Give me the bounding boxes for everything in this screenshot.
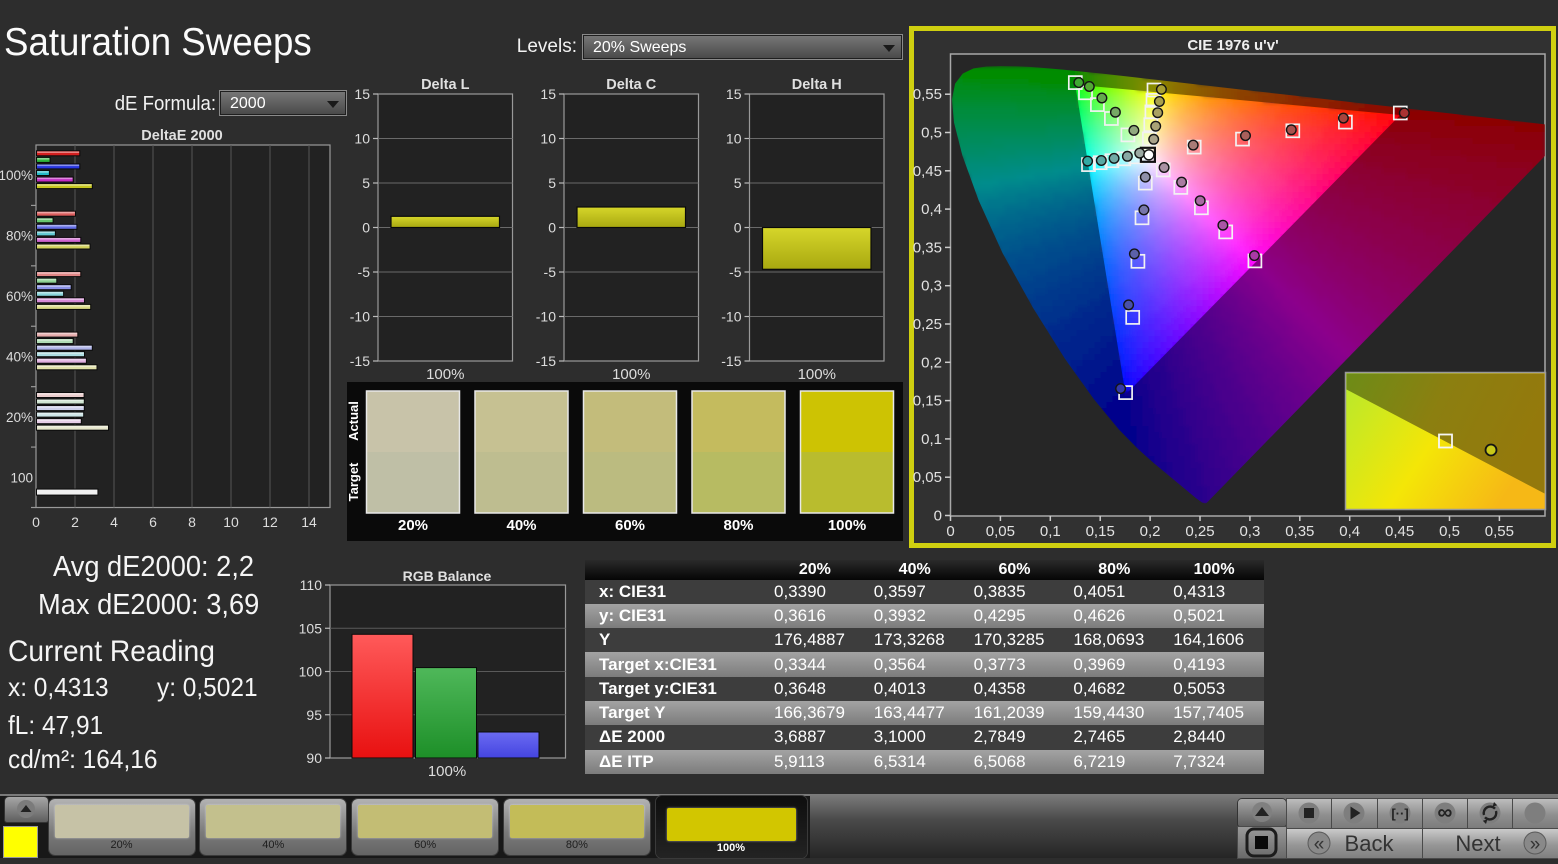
svg-text:0,45: 0,45 <box>1385 523 1414 540</box>
svg-text:0,05: 0,05 <box>913 469 942 486</box>
svg-text:95: 95 <box>306 707 322 723</box>
svg-text:Delta L: Delta L <box>421 77 469 93</box>
svg-text:Delta C: Delta C <box>606 77 656 93</box>
svg-text:0,3: 0,3 <box>1239 523 1260 540</box>
svg-text:-15: -15 <box>350 353 370 369</box>
svg-text:60%: 60% <box>6 289 33 304</box>
svg-text:Back: Back <box>1345 831 1395 856</box>
svg-text:0,55: 0,55 <box>1485 523 1514 540</box>
svg-text:-15: -15 <box>536 353 556 369</box>
svg-text:0,4: 0,4 <box>1339 523 1360 540</box>
svg-text:DeltaE 2000: DeltaE 2000 <box>141 128 222 144</box>
svg-text:0,25: 0,25 <box>913 316 942 333</box>
svg-text:40%: 40% <box>506 517 536 534</box>
svg-text:0,35: 0,35 <box>1285 523 1314 540</box>
svg-text:Delta H: Delta H <box>792 77 842 93</box>
svg-text:8: 8 <box>188 514 196 530</box>
svg-text:-10: -10 <box>536 309 556 325</box>
svg-text:10: 10 <box>223 514 239 530</box>
svg-text:100%: 100% <box>428 763 466 780</box>
svg-text:10: 10 <box>354 131 370 147</box>
svg-text:0,35: 0,35 <box>913 239 942 256</box>
svg-text:CIE 1976 u'v': CIE 1976 u'v' <box>1187 37 1278 54</box>
svg-text:60%: 60% <box>615 517 645 534</box>
svg-text:»: » <box>1530 834 1541 855</box>
svg-text:0,15: 0,15 <box>913 393 942 410</box>
svg-text:0,55: 0,55 <box>913 86 942 103</box>
svg-text:-15: -15 <box>721 353 741 369</box>
svg-text:10: 10 <box>726 131 742 147</box>
svg-text:5: 5 <box>548 175 556 191</box>
svg-text:15: 15 <box>540 86 556 102</box>
svg-text:0: 0 <box>32 514 40 530</box>
svg-text:10: 10 <box>540 131 556 147</box>
svg-text:0,5: 0,5 <box>921 125 942 142</box>
svg-text:0,2: 0,2 <box>921 354 942 371</box>
svg-text:110: 110 <box>300 577 323 593</box>
svg-text:20%: 20% <box>398 517 428 534</box>
svg-text:100%: 100% <box>612 366 650 383</box>
svg-text:105: 105 <box>299 620 323 636</box>
svg-text:0,45: 0,45 <box>913 163 942 180</box>
svg-text:0: 0 <box>362 220 370 236</box>
svg-text:-10: -10 <box>721 309 741 325</box>
svg-text:«: « <box>1314 834 1325 855</box>
svg-text:40%: 40% <box>6 349 33 364</box>
svg-text:∞: ∞ <box>1437 801 1452 824</box>
svg-text:15: 15 <box>726 86 742 102</box>
svg-text:15: 15 <box>354 86 370 102</box>
svg-text:14: 14 <box>301 514 317 530</box>
svg-text:Next: Next <box>1455 831 1500 856</box>
svg-text:-10: -10 <box>350 309 370 325</box>
svg-text:0,15: 0,15 <box>1086 523 1115 540</box>
svg-text:100%: 100% <box>0 168 33 183</box>
svg-text:0,05: 0,05 <box>986 523 1015 540</box>
svg-text:0,25: 0,25 <box>1185 523 1214 540</box>
svg-text:0,5: 0,5 <box>1439 523 1460 540</box>
svg-text:-5: -5 <box>544 264 557 280</box>
svg-text:0: 0 <box>934 508 942 525</box>
svg-text:0,1: 0,1 <box>1040 523 1061 540</box>
svg-text:90: 90 <box>306 750 322 766</box>
svg-text:0: 0 <box>548 220 556 236</box>
svg-text:100%: 100% <box>426 366 464 383</box>
svg-text:Target: Target <box>346 462 361 501</box>
svg-text:100: 100 <box>299 664 323 680</box>
svg-text:0,3: 0,3 <box>921 278 942 295</box>
svg-text:0: 0 <box>734 220 742 236</box>
svg-text:100: 100 <box>10 470 33 485</box>
svg-text:5: 5 <box>362 175 370 191</box>
svg-text:12: 12 <box>262 514 278 530</box>
svg-text:80%: 80% <box>6 229 33 244</box>
svg-text:0: 0 <box>946 523 954 540</box>
svg-text:4: 4 <box>110 514 118 530</box>
svg-text:0,2: 0,2 <box>1140 523 1161 540</box>
svg-text:5: 5 <box>734 175 742 191</box>
svg-text:0,4: 0,4 <box>921 201 942 218</box>
svg-text:[··]: [··] <box>1391 806 1408 821</box>
svg-text:Actual: Actual <box>346 401 361 441</box>
svg-text:RGB Balance: RGB Balance <box>403 568 492 584</box>
svg-text:0,1: 0,1 <box>921 431 942 448</box>
svg-text:80%: 80% <box>723 517 753 534</box>
svg-text:100%: 100% <box>828 517 866 534</box>
svg-text:2: 2 <box>71 514 79 530</box>
svg-text:-5: -5 <box>358 264 371 280</box>
svg-text:6: 6 <box>149 514 157 530</box>
svg-text:100%: 100% <box>798 366 836 383</box>
svg-text:20%: 20% <box>6 410 33 425</box>
svg-text:-5: -5 <box>729 264 742 280</box>
